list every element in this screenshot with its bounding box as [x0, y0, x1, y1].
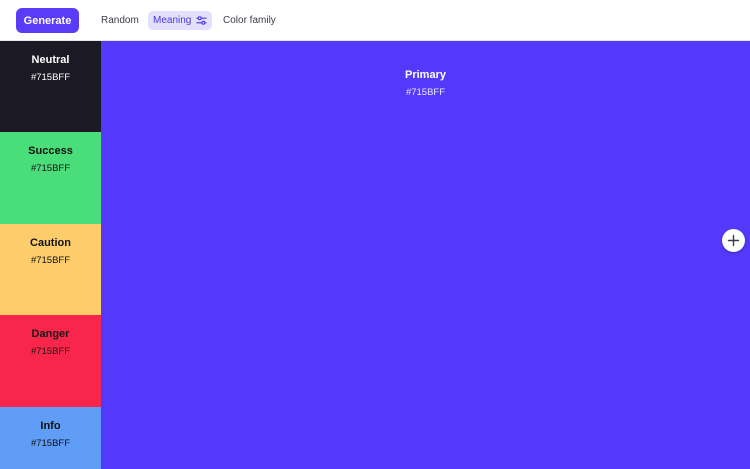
- tab-meaning[interactable]: Meaning: [148, 11, 212, 30]
- tab-random[interactable]: Random: [101, 11, 139, 30]
- swatch-primary[interactable]: Primary #715BFF: [101, 41, 750, 469]
- swatch-danger[interactable]: Danger #715BFF: [0, 315, 101, 407]
- swatch-name: Info: [40, 420, 61, 432]
- swatch-hex: #715BFF: [30, 72, 71, 83]
- top-toolbar: Generate Random Meaning Color family: [0, 0, 750, 41]
- swatch-hex: #715BFF: [30, 255, 71, 266]
- swatch-neutral[interactable]: Neutral #715BFF: [0, 41, 101, 132]
- primary-hex: #715BFF: [405, 87, 446, 98]
- swatch-hex: #715BFF: [30, 163, 71, 174]
- plus-icon: [727, 234, 740, 247]
- swatch-hex: #715BFF: [30, 346, 71, 357]
- swatch-name: Neutral: [31, 54, 70, 66]
- swatch-name: Danger: [31, 328, 70, 340]
- swatch-info[interactable]: Info #715BFF: [0, 407, 101, 469]
- add-color-button[interactable]: [722, 229, 745, 252]
- sliders-icon: [196, 16, 207, 25]
- swatch-caution[interactable]: Caution #715BFF: [0, 224, 101, 315]
- swatch-success[interactable]: Success #715BFF: [0, 132, 101, 224]
- primary-name: Primary: [405, 69, 446, 81]
- generate-button[interactable]: Generate: [16, 8, 79, 33]
- tab-meaning-label: Meaning: [153, 15, 192, 26]
- tab-color-family-label: Color family: [223, 15, 276, 26]
- swatch-name: Caution: [30, 237, 71, 249]
- swatch-name: Success: [28, 145, 73, 157]
- swatch-hex: #715BFF: [30, 438, 71, 449]
- tab-color-family[interactable]: Color family: [223, 11, 276, 30]
- meaning-swatch-column: Neutral #715BFF Success #715BFF Caution …: [0, 41, 101, 469]
- tab-random-label: Random: [101, 15, 139, 26]
